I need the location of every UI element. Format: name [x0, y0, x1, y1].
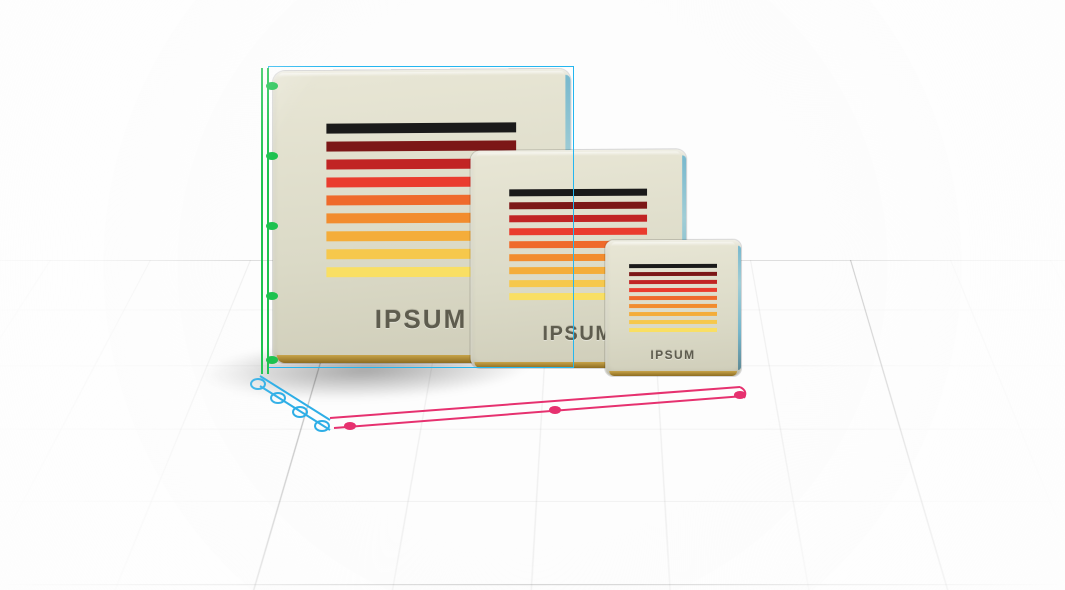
- stripe: [630, 312, 717, 316]
- stripe: [630, 272, 717, 276]
- stripe: [630, 288, 717, 292]
- viewport-scene[interactable]: IPSUM IPSUM IPSUM: [0, 0, 1065, 590]
- stripe: [630, 264, 717, 268]
- panel-small-base: [609, 371, 737, 376]
- stripe: [630, 296, 717, 300]
- stripe: [630, 304, 717, 308]
- panel-small-stripes: [630, 264, 717, 336]
- stripe: [630, 328, 717, 332]
- panel-small[interactable]: IPSUM: [605, 240, 741, 376]
- stripe: [630, 320, 717, 324]
- stripe: [326, 122, 516, 133]
- stripe: [630, 280, 717, 284]
- stripe: [509, 228, 647, 236]
- stripe: [509, 202, 647, 210]
- stripe: [509, 189, 647, 197]
- panel-small-label: IPSUM: [605, 348, 741, 362]
- stripe: [509, 215, 647, 223]
